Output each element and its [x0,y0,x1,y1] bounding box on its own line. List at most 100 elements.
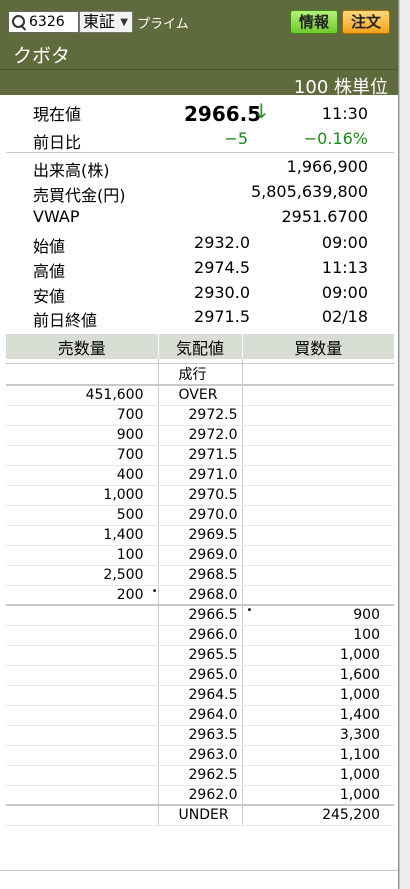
under-label: UNDER [158,804,243,826]
scrollbar-track[interactable] [399,0,410,889]
ask-qty: 100 [6,545,159,566]
volume-value: 1,966,900 [286,157,368,176]
ask-row[interactable]: 500 2970.0 [6,505,394,526]
under-row: UNDER 245,200 [6,804,394,826]
trading-unit: 100 株単位 [293,77,388,98]
bid-qty: 900 [242,604,394,626]
bid-price: 2964.5 [158,685,243,706]
open-time: 09:00 [321,233,368,252]
ask-row[interactable]: 700 2971.5 [6,445,394,466]
bid-price: 2963.0 [158,745,243,766]
bid-price: 2963.5 [158,725,243,746]
ask-price: 2972.5 [158,405,243,426]
turnover-label: 売買代金(円) [33,186,126,205]
ask-qty: 1,400 [6,525,159,546]
code-search-box[interactable] [8,11,79,33]
bid-price: 2966.5 [158,604,243,626]
order-button[interactable]: 注文 [342,10,390,34]
bid-qty: 100 [242,625,394,646]
bid-qty: 1,000 [242,645,394,666]
bid-qty: 1,000 [242,785,394,806]
open-label: 始値 [33,237,66,256]
ask-price: 2971.5 [158,445,243,466]
volume-label: 出来高(株) [33,161,110,180]
ask-row[interactable]: 400 2971.0 [6,465,394,486]
current-price: 2966.5 [184,102,262,126]
ask-price: 2969.0 [158,545,243,566]
exchange-select[interactable]: 東証 ▼ [79,11,133,33]
stock-code-input[interactable] [27,13,77,31]
bid-row[interactable]: 2965.5 1,000 [6,645,394,666]
prev-close-label: 前日終値 [33,311,98,330]
bid-qty: 3,300 [242,725,394,746]
high-time: 11:13 [321,258,368,277]
order-book-header: 売数量 気配値 買数量 [6,334,394,359]
low-label: 安値 [33,287,66,306]
bid-row[interactable]: 2964.0 1,400 [6,705,394,726]
low-value: 2930.0 [194,283,250,302]
change-value: −5 [224,129,248,148]
ask-row[interactable]: 700 2972.5 [6,405,394,426]
bid-row[interactable]: 2964.5 1,000 [6,685,394,706]
ask-qty: 400 [6,465,159,486]
change-row: 前日比 −5 −0.16% [0,128,398,152]
ask-price: 2972.0 [158,425,243,446]
bid-price: 2965.0 [158,665,243,686]
bid-price: 2962.0 [158,785,243,806]
exchange-label: 東証 [83,12,116,31]
prev-close-date: 02/18 [321,307,368,326]
bid-price: 2964.0 [158,705,243,726]
bid-row[interactable]: 2965.0 1,600 [6,665,394,686]
ask-qty: 200 [117,587,144,603]
bid-row[interactable]: 2962.5 1,000 [6,765,394,786]
market-order-row: 成行 [6,363,394,386]
current-price-label: 現在値 [33,105,82,124]
down-arrow-icon: ↓ [253,99,270,123]
quote-board: 東証 ▼ プライム 情報 注文 クボタ 100 株単位 現在値 2966.5 ↓… [0,0,399,889]
change-percent: −0.16% [303,129,368,148]
sell-qty-header: 売数量 [6,334,159,359]
bid-row[interactable]: 2963.0 1,100 [6,745,394,766]
stock-name: クボタ [13,45,71,67]
ask-row[interactable]: 1,000 2970.5 [6,485,394,506]
chevron-down-icon: ▼ [120,17,128,28]
change-label: 前日比 [33,133,82,152]
bid-qty: 1,100 [242,745,394,766]
bid-qty: 1,400 [242,705,394,726]
bid-price: 2966.0 [158,625,243,646]
ask-row[interactable]: 900 2972.0 [6,425,394,446]
over-label: OVER [158,384,243,406]
header: 東証 ▼ プライム 情報 注文 クボタ 100 株単位 [0,0,398,98]
vwap-label: VWAP [33,207,80,226]
ask-row[interactable]: 2,500 2968.5 [6,565,394,586]
bid-row[interactable]: 2966.0 100 [6,625,394,646]
ask-row[interactable]: 200 2968.0 [6,585,394,606]
under-qty: 245,200 [242,804,394,826]
ask-qty: 2,500 [6,565,159,586]
ask-price: 2968.0 [158,585,243,606]
high-label: 高値 [33,262,66,281]
bid-row[interactable]: 2963.5 3,300 [6,725,394,746]
over-qty: 451,600 [6,384,159,406]
bid-row[interactable]: 2962.0 1,000 [6,785,394,806]
divider [6,152,394,153]
open-value: 2932.0 [194,233,250,252]
bid-qty: 1,600 [242,665,394,686]
info-button[interactable]: 情報 [290,10,338,34]
ask-qty: 1,000 [6,485,159,506]
search-icon[interactable] [11,14,27,31]
ask-price: 2970.5 [158,485,243,506]
bid-qty: 1,000 [242,765,394,786]
bid-price: 2962.5 [158,765,243,786]
over-row: 451,600 OVER [6,384,394,406]
high-value: 2974.5 [194,258,250,277]
prev-close-value: 2971.5 [194,307,250,326]
ask-row[interactable]: 1,400 2969.5 [6,525,394,546]
buy-qty-header: 買数量 [242,334,394,359]
bid-row[interactable]: 2966.5900 [6,604,394,626]
ask-price: 2969.5 [158,525,243,546]
bid-price: 2965.5 [158,645,243,666]
ask-price: 2971.0 [158,465,243,486]
unit-bar: 100 株単位 [0,69,398,98]
ask-row[interactable]: 100 2969.0 [6,545,394,566]
